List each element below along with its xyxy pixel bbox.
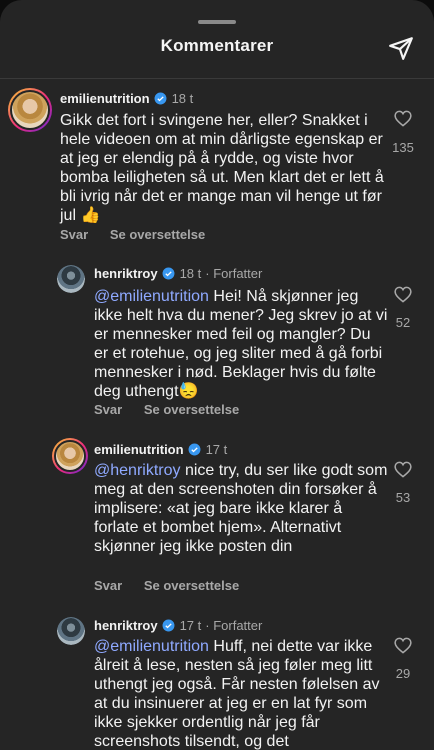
timestamp: 17 t (179, 618, 202, 633)
comment-text: Gikk det fort i svingene her, eller? Sna… (60, 112, 384, 224)
verified-badge-icon (188, 443, 201, 456)
heart-icon[interactable] (394, 461, 412, 478)
heart-icon[interactable] (394, 637, 412, 654)
comment-actions: Svar Se oversettelse (94, 402, 257, 417)
avatar[interactable] (52, 438, 88, 474)
like-count: 29 (395, 666, 411, 681)
reply-button[interactable]: Svar (60, 227, 88, 242)
comment-meta: emilienutrition 17 t (94, 442, 227, 457)
mention-link[interactable]: @emilienutrition (94, 288, 209, 305)
timestamp: 18 t (171, 91, 194, 106)
header-divider (0, 78, 434, 79)
heart-icon[interactable] (394, 286, 412, 303)
avatar[interactable] (57, 265, 85, 293)
heart-icon[interactable] (394, 110, 412, 127)
comment-meta: emilienutrition 18 t (60, 91, 193, 106)
avatar[interactable] (8, 88, 52, 132)
drag-handle[interactable] (198, 20, 236, 24)
comment-text: @emilienutrition Hei! Nå skjønner jeg ik… (94, 287, 388, 401)
like-count: 135 (392, 140, 414, 155)
comment-actions: Svar Se oversettelse (60, 227, 223, 242)
verified-badge-icon (162, 619, 175, 632)
comment-meta: henriktroy 17 t · Forfatter (94, 618, 262, 633)
like-count: 53 (395, 490, 411, 505)
mention-link[interactable]: @henriktroy (94, 462, 181, 479)
timestamp: 18 t (179, 266, 202, 281)
mention-link[interactable]: @emilienutrition (94, 638, 209, 655)
author-tag: · Forfatter (205, 618, 263, 633)
comment-text: @emilienutrition Huff, nei dette var ikk… (94, 637, 388, 750)
verified-badge-icon (162, 267, 175, 280)
username[interactable]: henriktroy (94, 618, 158, 633)
username[interactable]: emilienutrition (94, 442, 184, 457)
see-translation-button[interactable]: Se oversettelse (144, 578, 239, 593)
paper-plane-icon[interactable] (388, 35, 414, 61)
like-count: 52 (395, 315, 411, 330)
comment-actions: Svar Se oversettelse (94, 578, 257, 593)
verified-badge-icon (154, 92, 167, 105)
see-translation-button[interactable]: Se oversettelse (144, 402, 239, 417)
comment-text: @henriktroy nice try, du ser like godt s… (94, 461, 388, 556)
reply-button[interactable]: Svar (94, 402, 122, 417)
comment-meta: henriktroy 18 t · Forfatter (94, 266, 262, 281)
username[interactable]: henriktroy (94, 266, 158, 281)
reply-button[interactable]: Svar (94, 578, 122, 593)
sheet-title: Kommentarer (160, 36, 274, 55)
username[interactable]: emilienutrition (60, 91, 150, 106)
timestamp: 17 t (205, 442, 228, 457)
avatar[interactable] (57, 617, 85, 645)
comments-sheet: Kommentarer emilienutrition 18 t Gikk de… (0, 0, 434, 750)
author-tag: · Forfatter (205, 266, 263, 281)
see-translation-button[interactable]: Se oversettelse (110, 227, 205, 242)
